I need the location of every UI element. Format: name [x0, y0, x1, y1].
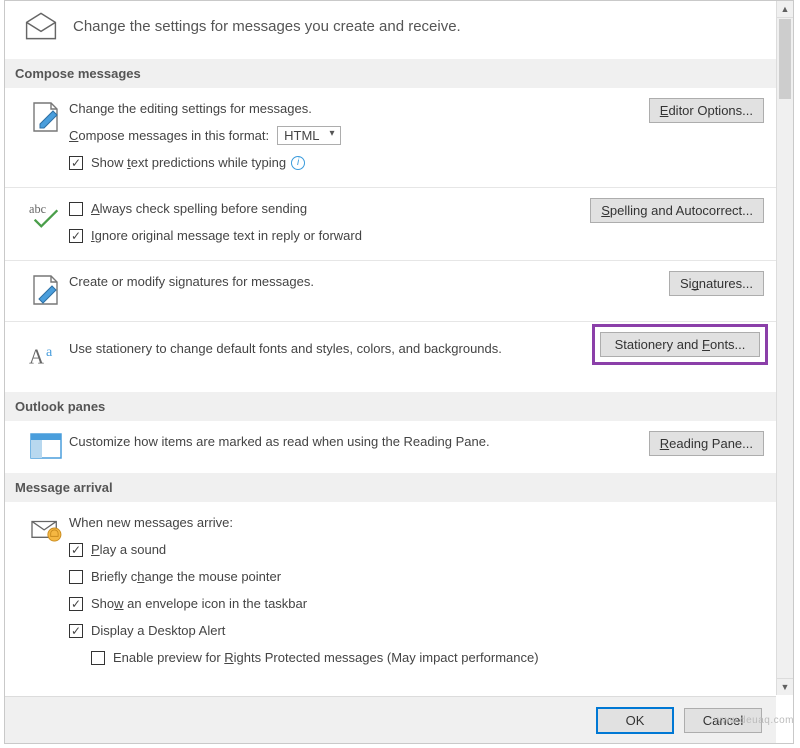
- mouse-checkbox[interactable]: [69, 570, 83, 584]
- desktop-alert-label: Display a Desktop Alert: [91, 623, 225, 638]
- reading-desc: Customize how items are marked as read w…: [69, 434, 490, 449]
- desktop-alert-checkbox[interactable]: [69, 624, 83, 638]
- editing-desc: Change the editing settings for messages…: [69, 101, 312, 116]
- ignore-checkbox[interactable]: [69, 229, 83, 243]
- format-label: Compose messages in this format:: [69, 128, 269, 143]
- format-select[interactable]: HTML: [277, 126, 340, 145]
- header-text: Change the settings for messages you cre…: [73, 18, 461, 35]
- section-compose-header: Compose messages: [5, 59, 776, 88]
- abc-check-icon: abc: [29, 200, 63, 230]
- stationery-desc: Use stationery to change default fonts a…: [69, 341, 502, 356]
- mouse-label: Briefly change the mouse pointer: [91, 569, 281, 584]
- svg-text:a: a: [46, 344, 53, 360]
- section-panes-header: Outlook panes: [5, 392, 776, 421]
- editor-options-button[interactable]: Editor Options...: [649, 98, 764, 123]
- stationery-highlight: Stationery and Fonts...: [592, 324, 768, 365]
- play-sound-checkbox[interactable]: [69, 543, 83, 557]
- arrival-when: When new messages arrive:: [69, 515, 233, 530]
- stationery-button[interactable]: Stationery and Fonts...: [600, 332, 760, 357]
- predictions-checkbox[interactable]: [69, 156, 83, 170]
- watermark: www.deuaq.com: [714, 715, 794, 726]
- info-icon[interactable]: i: [291, 156, 305, 170]
- svg-text:abc: abc: [29, 202, 47, 216]
- play-sound-label: Play a sound: [91, 542, 166, 557]
- reading-pane-button[interactable]: Reading Pane...: [649, 431, 764, 456]
- pane-icon: [30, 433, 62, 459]
- signatures-button[interactable]: Signatures...: [669, 271, 764, 296]
- vertical-scrollbar[interactable]: ▲ ▼: [776, 1, 793, 695]
- envelope-icon: [23, 11, 59, 41]
- preview-checkbox[interactable]: [91, 651, 105, 665]
- preview-label: Enable preview for Rights Protected mess…: [113, 650, 539, 665]
- scroll-thumb[interactable]: [779, 19, 791, 99]
- predictions-label: Show text predictions while typing: [91, 155, 286, 170]
- envelope-checkbox[interactable]: [69, 597, 83, 611]
- spelling-button[interactable]: Spelling and Autocorrect...: [590, 198, 764, 223]
- ignore-label: Ignore original message text in reply or…: [91, 228, 362, 243]
- envelope-label: Show an envelope icon in the taskbar: [91, 596, 307, 611]
- font-icon: A a: [29, 340, 63, 370]
- scroll-down-arrow[interactable]: ▼: [777, 678, 793, 695]
- spell-checkbox[interactable]: [69, 202, 83, 216]
- arrival-icon: [29, 514, 63, 542]
- edit-icon: [31, 100, 61, 134]
- scroll-up-arrow[interactable]: ▲: [777, 1, 793, 18]
- signatures-desc: Create or modify signatures for messages…: [69, 274, 314, 289]
- svg-text:A: A: [29, 346, 44, 369]
- ok-button[interactable]: OK: [596, 707, 674, 734]
- spell-label: Always check spelling before sending: [91, 201, 307, 216]
- signature-icon: [31, 273, 61, 307]
- section-arrival-header: Message arrival: [5, 473, 776, 502]
